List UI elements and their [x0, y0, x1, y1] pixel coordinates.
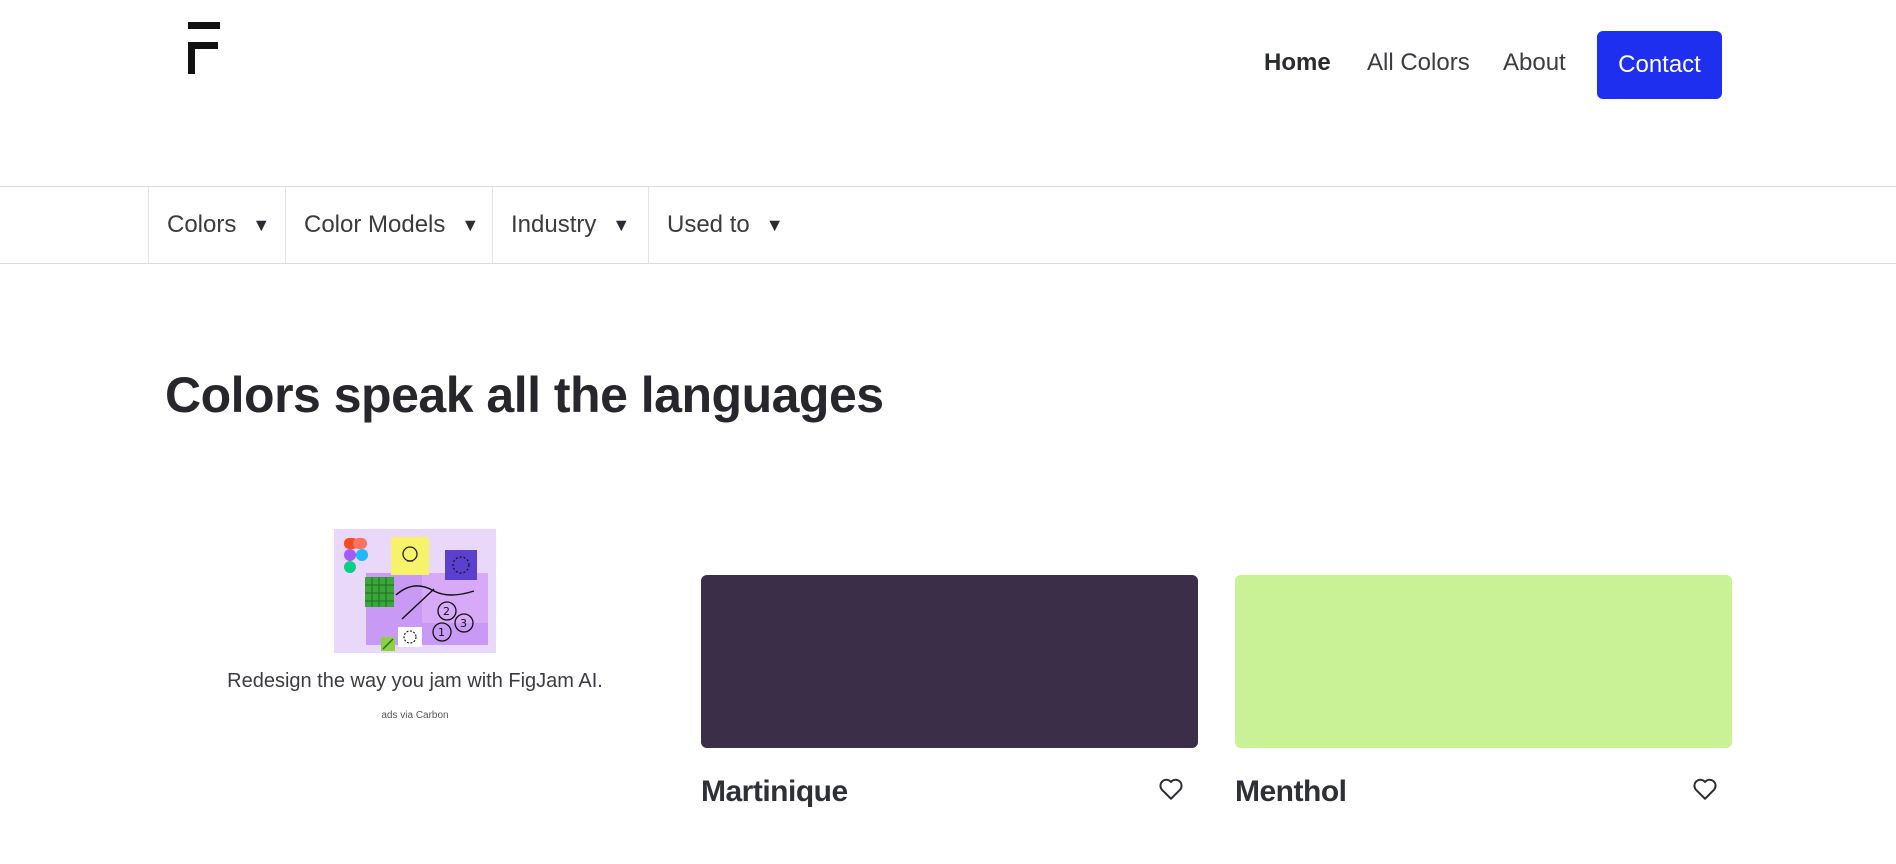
filter-label: Industry [511, 211, 597, 238]
main-nav: Home All Colors About Contact [0, 31, 1896, 99]
caret-down-icon: ▼ [765, 214, 784, 235]
caret-down-icon: ▼ [461, 214, 480, 235]
filter-industry[interactable]: Industry ▼ [492, 187, 648, 263]
color-swatch[interactable] [1235, 575, 1732, 748]
ad-via-carbon[interactable]: ads via Carbon [330, 710, 500, 721]
svg-text:3: 3 [460, 617, 467, 630]
heart-outline-icon[interactable] [1692, 776, 1718, 802]
filter-label: Colors [167, 211, 237, 238]
page-title: Colors speak all the languages [165, 367, 884, 423]
contact-button[interactable]: Contact [1597, 31, 1722, 99]
caret-down-icon: ▼ [252, 214, 271, 235]
nav-home[interactable]: Home [1264, 49, 1331, 77]
color-name[interactable]: Menthol [1235, 775, 1347, 809]
color-card[interactable]: Menthol [1235, 575, 1732, 808]
filter-colors[interactable]: Colors ▼ [148, 187, 285, 263]
filter-used-to[interactable]: Used to ▼ [648, 187, 798, 263]
color-swatch[interactable] [701, 575, 1198, 748]
nav-all-colors[interactable]: All Colors [1367, 49, 1470, 77]
filter-label: Color Models [304, 211, 446, 238]
color-card[interactable]: Martinique [701, 575, 1198, 808]
svg-text:2: 2 [443, 605, 450, 618]
filter-label: Used to [667, 211, 750, 238]
figjam-ad-illustration[interactable]: 2 3 1 [334, 529, 496, 653]
svg-text:1: 1 [438, 626, 445, 639]
nav-about[interactable]: About [1503, 49, 1566, 77]
ad-text[interactable]: Redesign the way you jam with FigJam AI. [200, 670, 630, 693]
color-name[interactable]: Martinique [701, 775, 848, 809]
filter-bar: Colors ▼ Color Models ▼ Industry ▼ Used … [0, 186, 1896, 264]
heart-outline-icon[interactable] [1158, 776, 1184, 802]
caret-down-icon: ▼ [612, 214, 631, 235]
filter-color-models[interactable]: Color Models ▼ [285, 187, 492, 263]
